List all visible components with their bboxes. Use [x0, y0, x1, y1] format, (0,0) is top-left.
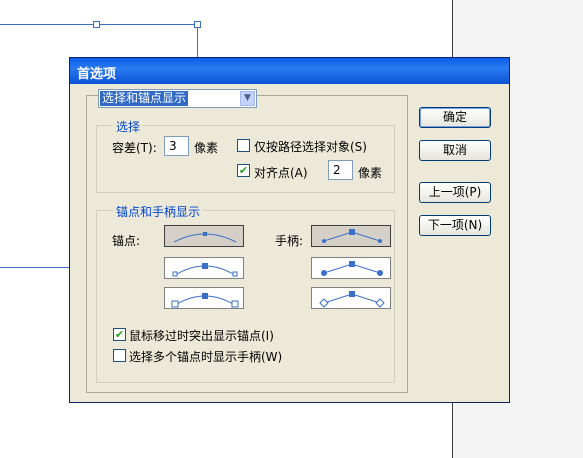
dialog-title: 首选项 [77, 67, 117, 82]
anchor-handle[interactable] [93, 21, 100, 28]
anchor-style-1-preview [173, 232, 237, 243]
selection-legend: 选择 [113, 118, 144, 135]
handle-style-2[interactable] [311, 257, 391, 279]
highlight-anchors-checkbox[interactable]: ✔ [113, 328, 126, 341]
category-dropdown[interactable]: 选择和锚点显示 ▼ [98, 89, 257, 108]
selection-group [96, 125, 395, 193]
handle-style-1-preview [322, 229, 382, 243]
anchor-display-legend: 锚点和手柄显示 [113, 203, 204, 220]
tolerance-input[interactable]: 3 [164, 136, 189, 156]
handle-style-3-preview [319, 291, 385, 308]
anchor-style-3-preview [171, 293, 239, 308]
anchor-style-2-preview [172, 263, 238, 277]
object-by-path-checkbox[interactable] [237, 139, 250, 152]
tolerance-label: 容差(T): [112, 141, 157, 155]
checkmark-icon: ✔ [114, 328, 125, 341]
highlight-anchors-label: 鼠标移过时突出显示锚点(I) [129, 329, 274, 343]
show-handles-checkbox[interactable] [113, 349, 126, 362]
anchor-style-1[interactable] [164, 225, 244, 247]
guide-line-vertical [197, 24, 198, 58]
preferences-dialog: 首选项 选择和锚点显示 ▼ 选择 容差(T): 3 像素 仅按路径选择对象(S)… [69, 57, 510, 403]
handles-label: 手柄: [275, 234, 304, 248]
anchors-label: 锚点: [112, 234, 141, 248]
checkmark-icon: ✔ [238, 164, 249, 177]
previous-button[interactable]: 上一项(P) [419, 182, 491, 203]
guide-line-bottom [0, 267, 70, 268]
handle-style-1[interactable] [311, 225, 391, 247]
object-by-path-label: 仅按路径选择对象(S) [254, 140, 367, 154]
ok-button[interactable]: 确定 [419, 107, 491, 128]
show-handles-label: 选择多个锚点时显示手柄(W) [129, 350, 283, 364]
snap-to-point-label: 对齐点(A) [254, 166, 308, 180]
anchor-style-2[interactable] [164, 257, 244, 279]
category-selected-value: 选择和锚点显示 [100, 91, 189, 106]
handle-style-2-preview [321, 261, 383, 276]
tolerance-unit: 像素 [194, 141, 219, 155]
cancel-button[interactable]: 取消 [419, 140, 491, 161]
snap-distance-input[interactable]: 2 [328, 160, 353, 180]
snap-unit: 像素 [358, 166, 383, 180]
handle-style-3[interactable] [311, 287, 391, 309]
anchor-style-3[interactable] [164, 287, 244, 309]
next-button[interactable]: 下一项(N) [419, 215, 491, 236]
snap-to-point-checkbox[interactable]: ✔ [237, 164, 250, 177]
anchor-handle[interactable] [194, 21, 201, 28]
chevron-down-icon[interactable]: ▼ [240, 91, 255, 106]
title-bar[interactable]: 首选项 [70, 58, 509, 84]
